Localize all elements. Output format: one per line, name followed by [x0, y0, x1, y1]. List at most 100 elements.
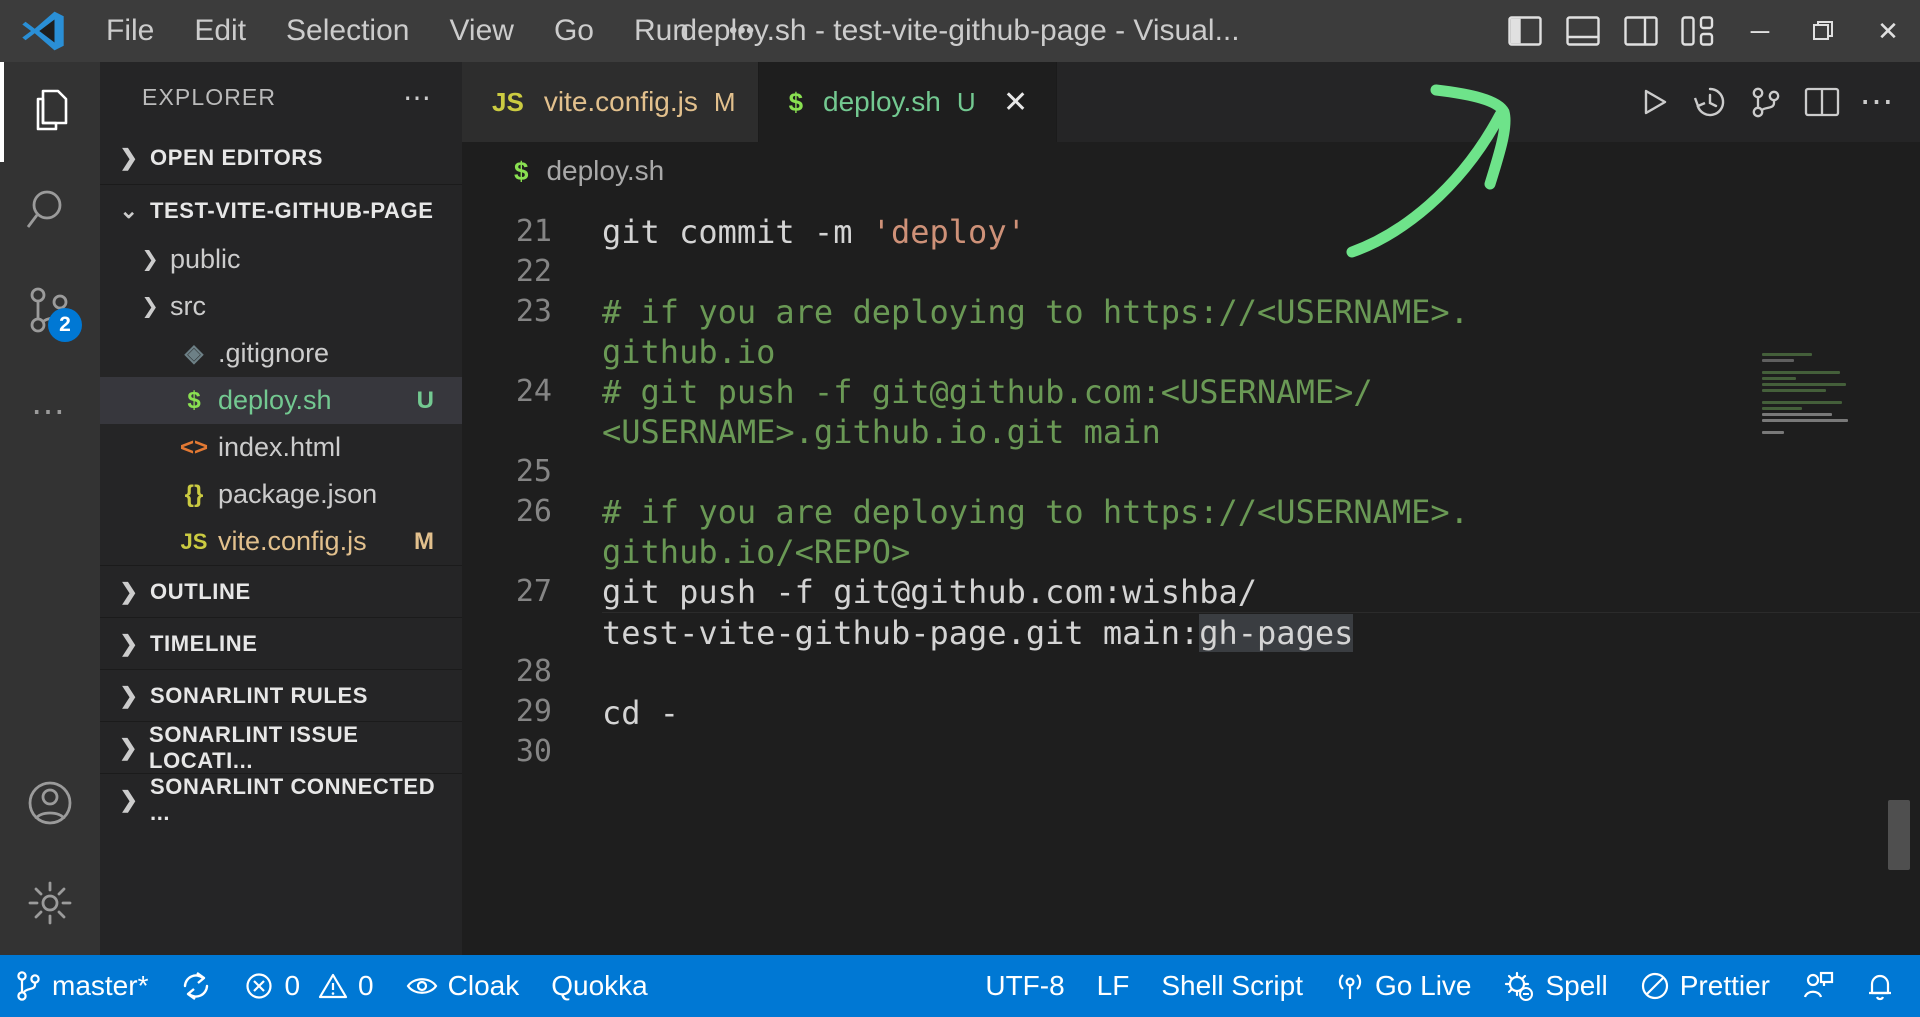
status-encoding[interactable]: UTF-8 — [969, 955, 1080, 1017]
status-prettier-label: Prettier — [1679, 970, 1770, 1001]
tab-vite-config-js[interactable]: JS vite.config.js M — [462, 62, 759, 142]
split-editor-button[interactable] — [1794, 62, 1850, 142]
code-token: test-vite-github-page.git main: — [602, 614, 1200, 652]
status-live-share[interactable] — [1786, 955, 1850, 1017]
code-line: git push -f git@github.com:wishba/ — [602, 572, 1920, 612]
status-quokka[interactable]: Quokka — [535, 955, 664, 1017]
editor-actions: ⋯ — [1626, 62, 1920, 142]
section-sonarlint-issue-locations[interactable]: ❯ SONARLINT ISSUE LOCATI... — [100, 721, 462, 773]
toggle-panel-icon[interactable] — [1554, 0, 1612, 62]
activity-accounts[interactable] — [0, 755, 100, 855]
code-token: <USERNAME>.github.io.git main — [602, 413, 1161, 451]
code-token: git commit -m — [602, 213, 872, 251]
tree-item-gitignore[interactable]: ◈ .gitignore — [100, 330, 462, 377]
activity-more[interactable]: ⋯ — [0, 362, 100, 462]
status-eol-label: LF — [1096, 970, 1130, 1001]
status-branch-label: master* — [52, 970, 149, 1001]
source-control-badge: 2 — [48, 308, 82, 342]
sidebar-more-actions-icon[interactable]: ⋯ — [389, 77, 448, 118]
tree-item-git-status: U — [416, 386, 434, 414]
status-spell[interactable]: Spell — [1487, 955, 1623, 1017]
section-sonarlint-rules[interactable]: ❯ SONARLINT RULES — [100, 669, 462, 721]
menu-view[interactable]: View — [429, 0, 533, 62]
menu-go[interactable]: Go — [534, 0, 614, 62]
customize-layout-icon[interactable] — [1670, 0, 1728, 62]
status-cloak-label: Cloak — [447, 970, 520, 1001]
tree-item-src[interactable]: ❯ src — [100, 283, 462, 330]
vscode-logo-icon — [0, 0, 86, 62]
status-prettier[interactable]: Prettier — [1624, 955, 1786, 1017]
warning-icon — [318, 971, 348, 1001]
status-go-live[interactable]: Go Live — [1319, 955, 1488, 1017]
window-close-button[interactable]: ✕ — [1856, 0, 1920, 62]
broadcast-icon — [1335, 970, 1365, 1002]
tab-close-icon[interactable]: ✕ — [998, 85, 1034, 120]
status-notifications[interactable] — [1850, 955, 1920, 1017]
code-token: cd - — [602, 694, 680, 732]
window-minimize-button[interactable]: ─ — [1728, 0, 1792, 62]
section-timeline[interactable]: ❯ TIMELINE — [100, 617, 462, 669]
status-problems[interactable]: 0 0 — [228, 955, 389, 1017]
chevron-right-icon: ❯ — [141, 248, 159, 271]
status-eol[interactable]: LF — [1081, 955, 1146, 1017]
chevron-right-icon: ❯ — [119, 145, 139, 170]
code-line: cd - — [602, 693, 1920, 733]
tree-item-public[interactable]: ❯ public — [100, 236, 462, 283]
tree-item-label: index.html — [218, 432, 342, 462]
source-control-graph-button[interactable] — [1738, 62, 1794, 142]
source-control-icon — [16, 971, 42, 1001]
activity-explorer[interactable] — [0, 62, 100, 162]
timeline-history-button[interactable] — [1682, 62, 1738, 142]
tree-item-index-html[interactable]: <> index.html — [100, 424, 462, 471]
section-sonarlint-issue-locations-label: SONARLINT ISSUE LOCATI... — [149, 721, 359, 773]
tree-item-label: vite.config.js — [218, 526, 367, 556]
section-sonarlint-connected[interactable]: ❯ SONARLINT CONNECTED ... — [100, 773, 462, 825]
code-token: github.io — [602, 333, 776, 371]
line-number: 23 — [515, 294, 552, 329]
tree-item-vite-config-js[interactable]: JS vite.config.js M — [100, 518, 462, 565]
status-branch[interactable]: master* — [0, 955, 164, 1017]
tree-item-deploy-sh[interactable]: $ deploy.sh U — [100, 377, 462, 424]
status-cloak[interactable]: Cloak — [390, 955, 536, 1017]
toggle-secondary-sidebar-icon[interactable] — [1612, 0, 1670, 62]
tree-item-label: .gitignore — [218, 338, 330, 368]
status-sync[interactable] — [164, 955, 228, 1017]
editor-scrollbar[interactable] — [1888, 800, 1910, 870]
section-workspace[interactable]: ⌄ TEST-VITE-GITHUB-PAGE — [100, 184, 462, 236]
section-open-editors[interactable]: ❯ OPEN EDITORS — [100, 132, 462, 184]
tree-item-package-json[interactable]: {} package.json — [100, 471, 462, 518]
minimap[interactable] — [1758, 350, 1880, 530]
run-code-button[interactable] — [1626, 62, 1682, 142]
activity-search[interactable] — [0, 162, 100, 262]
section-outline[interactable]: ❯ OUTLINE — [100, 565, 462, 617]
editor-more-actions-button[interactable]: ⋯ — [1850, 62, 1906, 142]
code-lines[interactable]: git commit -m 'deploy' # if you are depl… — [574, 200, 1920, 773]
status-language-mode-label: Shell Script — [1161, 970, 1303, 1001]
status-bar: master* 0 0 Cloak Quokka UTF-8 LF Shell … — [0, 955, 1920, 1017]
shell-icon: $ — [514, 155, 529, 186]
code-editor[interactable]: 21 22 23 24 25 26 27 28 29 30 git commit… — [462, 200, 1920, 955]
sidebar-title: EXPLORER — [142, 83, 277, 110]
titlebar-controls: ─ ✕ — [1496, 0, 1920, 62]
activity-source-control[interactable]: 2 — [0, 262, 100, 362]
status-language-mode[interactable]: Shell Script — [1145, 955, 1319, 1017]
line-number: 25 — [515, 454, 552, 489]
menu-file[interactable]: File — [86, 0, 174, 62]
tab-label: vite.config.js — [543, 86, 698, 117]
tree-item-git-status: M — [414, 527, 434, 555]
breadcrumb[interactable]: $ deploy.sh — [462, 142, 1920, 200]
ellipsis-icon: ⋯ — [31, 393, 69, 431]
title-bar: File Edit Selection View Go Run ••• depl… — [0, 0, 1920, 62]
window-maximize-button[interactable] — [1792, 0, 1856, 62]
menu-run[interactable]: Run — [614, 0, 709, 62]
chevron-down-icon: ⌄ — [119, 197, 139, 223]
menu-selection[interactable]: Selection — [266, 0, 429, 62]
status-encoding-label: UTF-8 — [985, 970, 1065, 1001]
menu-more[interactable]: ••• — [709, 0, 774, 62]
activity-settings[interactable] — [0, 855, 100, 955]
menu-edit[interactable]: Edit — [174, 0, 266, 62]
files-icon — [25, 85, 75, 140]
tab-deploy-sh[interactable]: $ deploy.sh U ✕ — [758, 62, 1057, 142]
toggle-primary-sidebar-icon[interactable] — [1496, 0, 1554, 62]
